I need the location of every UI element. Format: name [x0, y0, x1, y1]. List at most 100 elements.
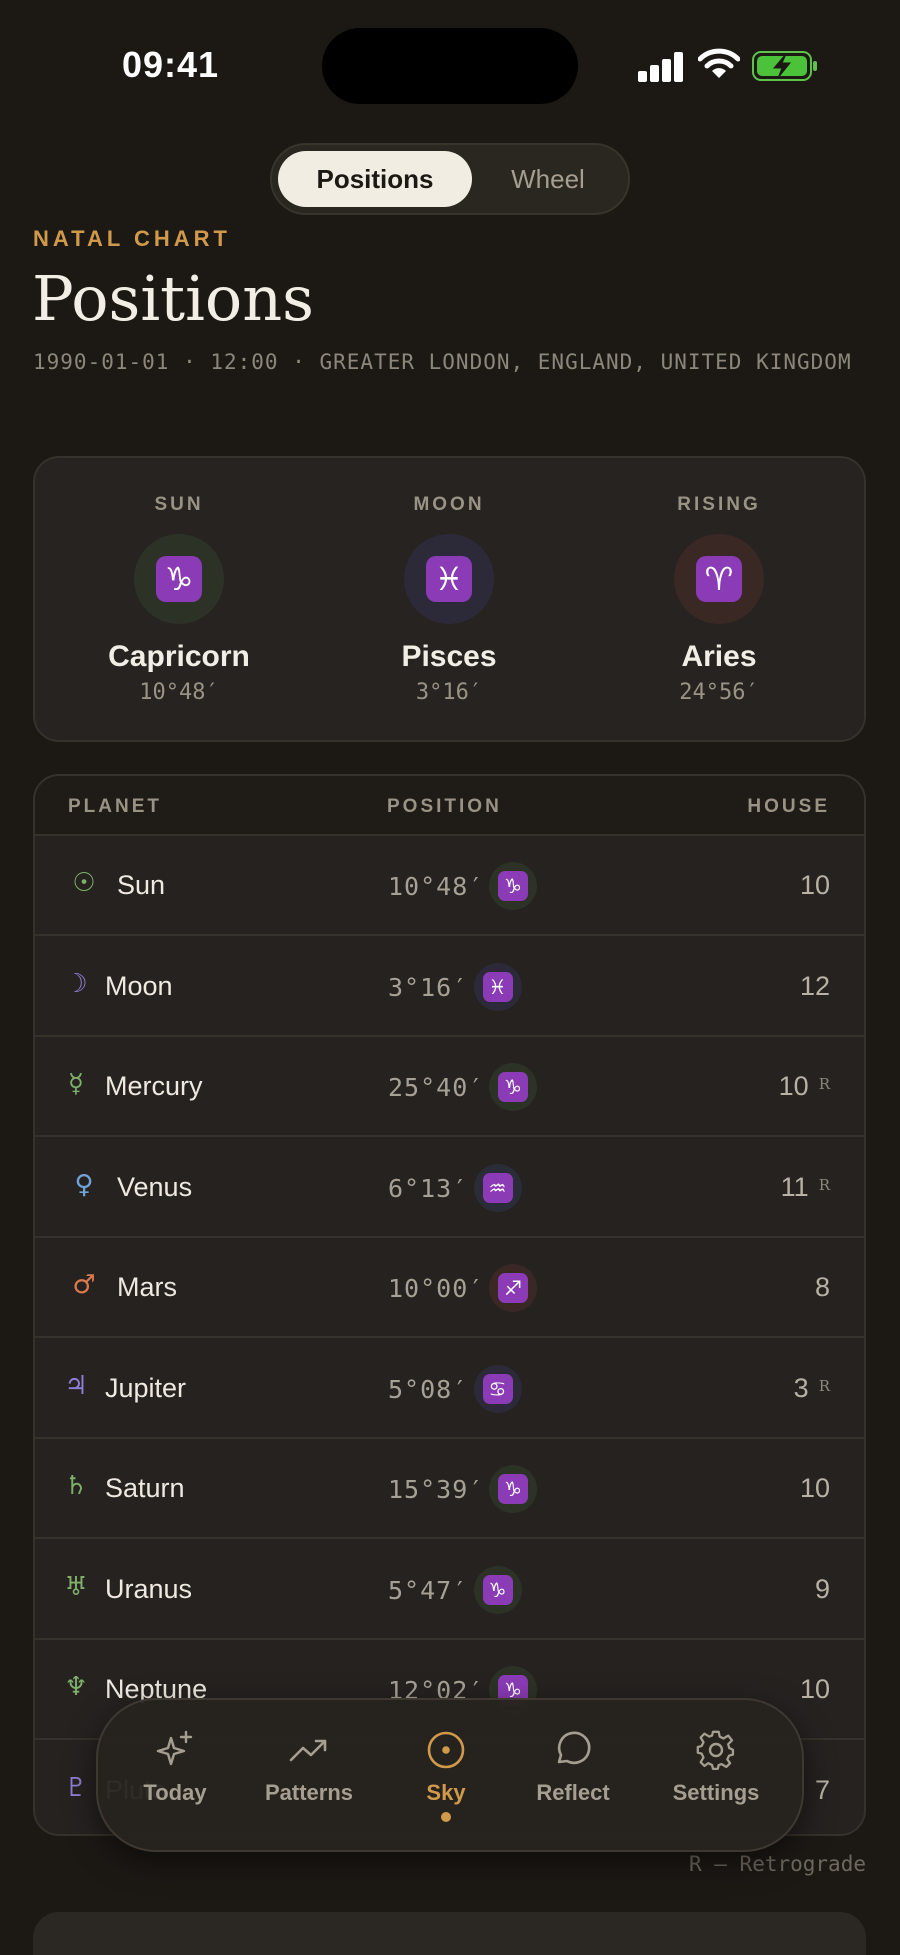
planet-positions-table: PLANET POSITION HOUSE ☉ Sun 10°48′ ♑ 10 ☽ Moon…	[33, 774, 866, 1836]
moon-sign-badge: ♓	[404, 534, 494, 624]
big-three-card: SUN ♑ Capricorn 10°48′ MOON ♓ Pisces 3°1…	[33, 456, 866, 742]
table-row[interactable]: ♂ Mars 10°00′ ♐ 8	[35, 1238, 864, 1338]
moon-summary: MOON ♓ Pisces 3°16′	[314, 458, 584, 740]
sun-circle-icon	[427, 1731, 465, 1769]
retrograde-marker: R	[818, 1376, 830, 1395]
sparkles-icon	[156, 1730, 193, 1766]
capricorn-icon: ♑	[498, 1072, 528, 1102]
table-row[interactable]: ☉ Sun 10°48′ ♑ 10	[35, 836, 864, 936]
pisces-icon: ♓	[482, 971, 513, 1002]
sun-symbol-icon: ☉	[72, 868, 96, 898]
positions-segment[interactable]: Positions	[278, 151, 472, 207]
tab-today[interactable]: Today	[110, 1728, 240, 1806]
house-number: 12	[799, 970, 830, 1001]
sun-degree: 10°48′	[139, 680, 219, 705]
house-number: 10	[778, 1071, 809, 1101]
pisces-icon: ♓	[426, 556, 472, 602]
planet-name: Mercury	[105, 1071, 203, 1101]
planet-column-header: PLANET	[68, 796, 162, 817]
capricorn-icon: ♑	[156, 556, 202, 602]
sign-badge: ♑	[473, 1565, 522, 1614]
planet-house: 3R	[794, 1373, 830, 1404]
tab-today-label: Today	[143, 1780, 207, 1805]
sign-badge: ♓	[473, 962, 522, 1011]
planet-house: 10	[800, 1473, 830, 1504]
mars-symbol-icon: ♂	[72, 1270, 96, 1300]
sign-badge: ♋	[473, 1364, 522, 1413]
planet-degree: 25°40′	[388, 1073, 485, 1102]
planet-house: 10	[800, 1674, 830, 1705]
rising-summary: RISING ♈ Aries 24°56′	[584, 458, 854, 740]
trend-up-icon	[289, 1739, 327, 1762]
table-row[interactable]: ♅ Uranus 5°47′ ♑ 9	[35, 1540, 864, 1640]
birth-details: 1990-01-01 · 12:00 · GREATER LONDON, ENG…	[33, 350, 852, 374]
planet-house: 8	[815, 1272, 830, 1303]
uranus-symbol-icon: ♅	[64, 1571, 88, 1602]
rising-label: RISING	[677, 494, 761, 515]
tab-patterns-label: Patterns	[264, 1780, 354, 1805]
section-eyebrow: NATAL CHART	[33, 226, 231, 251]
retrograde-marker: R	[818, 1175, 830, 1194]
wheel-segment[interactable]: Wheel	[472, 151, 624, 207]
sun-sign: Capricorn	[108, 640, 250, 673]
retrograde-legend: R — Retrograde	[688, 1852, 866, 1876]
table-row[interactable]: ♃ Jupiter 5°08′ ♋ 3 R	[35, 1339, 864, 1439]
tab-reflect-label: Reflect	[536, 1780, 610, 1805]
tab-bar: Today Patterns Sky Reflect Settings	[96, 1698, 804, 1852]
planet-name: Saturn	[105, 1473, 185, 1503]
sign-badge: ♐	[489, 1264, 537, 1312]
tab-reflect[interactable]: Reflect	[508, 1728, 638, 1806]
planet-degree: 6°13′	[388, 1173, 469, 1203]
moon-symbol-icon: ☽	[64, 968, 88, 999]
planet-name: Sun	[117, 870, 166, 900]
status-time: 09:41	[122, 44, 220, 85]
planet-degree: 5°47′	[388, 1575, 469, 1605]
tab-settings-label: Settings	[672, 1780, 760, 1805]
sign-badge: ♑	[489, 1063, 537, 1111]
status-bar: 09:41	[0, 0, 900, 130]
planet-house: 10	[800, 870, 830, 901]
capricorn-icon: ♑	[498, 1474, 528, 1504]
mercury-symbol-icon: ☿	[68, 1069, 84, 1099]
planet-house: 9	[815, 1574, 830, 1605]
table-row[interactable]: ☽ Moon 3°16′ ♓ 12	[35, 937, 864, 1037]
planet-name: Moon	[105, 970, 173, 1001]
table-row[interactable]: ♄ Saturn 15°39′ ♑ 10	[35, 1439, 864, 1539]
sun-label: SUN	[154, 494, 204, 515]
moon-label: MOON	[413, 494, 485, 515]
house-number: 11	[780, 1171, 809, 1202]
table-row[interactable]: ☿ Mercury 25°40′ ♑ 10 R	[35, 1037, 864, 1137]
planet-house: 12	[800, 971, 830, 1002]
house-column-header: HOUSE	[747, 796, 830, 817]
moon-degree: 3°16′	[415, 680, 483, 705]
sun-sign-badge: ♑	[134, 534, 224, 624]
rising-sign: Aries	[681, 640, 757, 673]
house-number: 8	[814, 1272, 830, 1302]
next-section-card	[33, 1912, 866, 1955]
rising-sign-badge: ♈	[674, 534, 764, 624]
capricorn-icon: ♑	[482, 1574, 513, 1605]
planet-degree: 5°08′	[388, 1374, 469, 1404]
rising-degree: 24°56′	[679, 680, 759, 705]
planet-degree: 15°39′	[388, 1475, 485, 1504]
planet-name: Uranus	[105, 1573, 193, 1604]
saturn-symbol-icon: ♄	[64, 1471, 88, 1501]
house-number: 10	[799, 1674, 830, 1704]
planet-degree: 10°00′	[388, 1274, 485, 1303]
aries-icon: ♈	[696, 556, 742, 602]
sign-badge: ♒	[473, 1163, 522, 1212]
planet-degree: 10°48′	[388, 872, 485, 901]
capricorn-icon: ♑	[498, 871, 528, 901]
neptune-symbol-icon: ♆	[64, 1672, 88, 1702]
tab-settings[interactable]: Settings	[651, 1728, 781, 1806]
tab-sky[interactable]: Sky	[381, 1728, 511, 1822]
planet-name: Jupiter	[105, 1372, 187, 1403]
sun-summary: SUN ♑ Capricorn 10°48′	[44, 458, 314, 740]
planet-house: 11 R	[781, 1172, 830, 1203]
planet-house: 7	[815, 1775, 830, 1806]
tab-sky-label: Sky	[426, 1780, 466, 1805]
table-row[interactable]: ♀ Venus 6°13′ ♒ 11 R	[35, 1138, 864, 1238]
planet-house: 10 R	[779, 1071, 830, 1102]
tab-patterns[interactable]: Patterns	[244, 1728, 374, 1806]
view-segmented-control: Positions Wheel	[270, 143, 630, 215]
